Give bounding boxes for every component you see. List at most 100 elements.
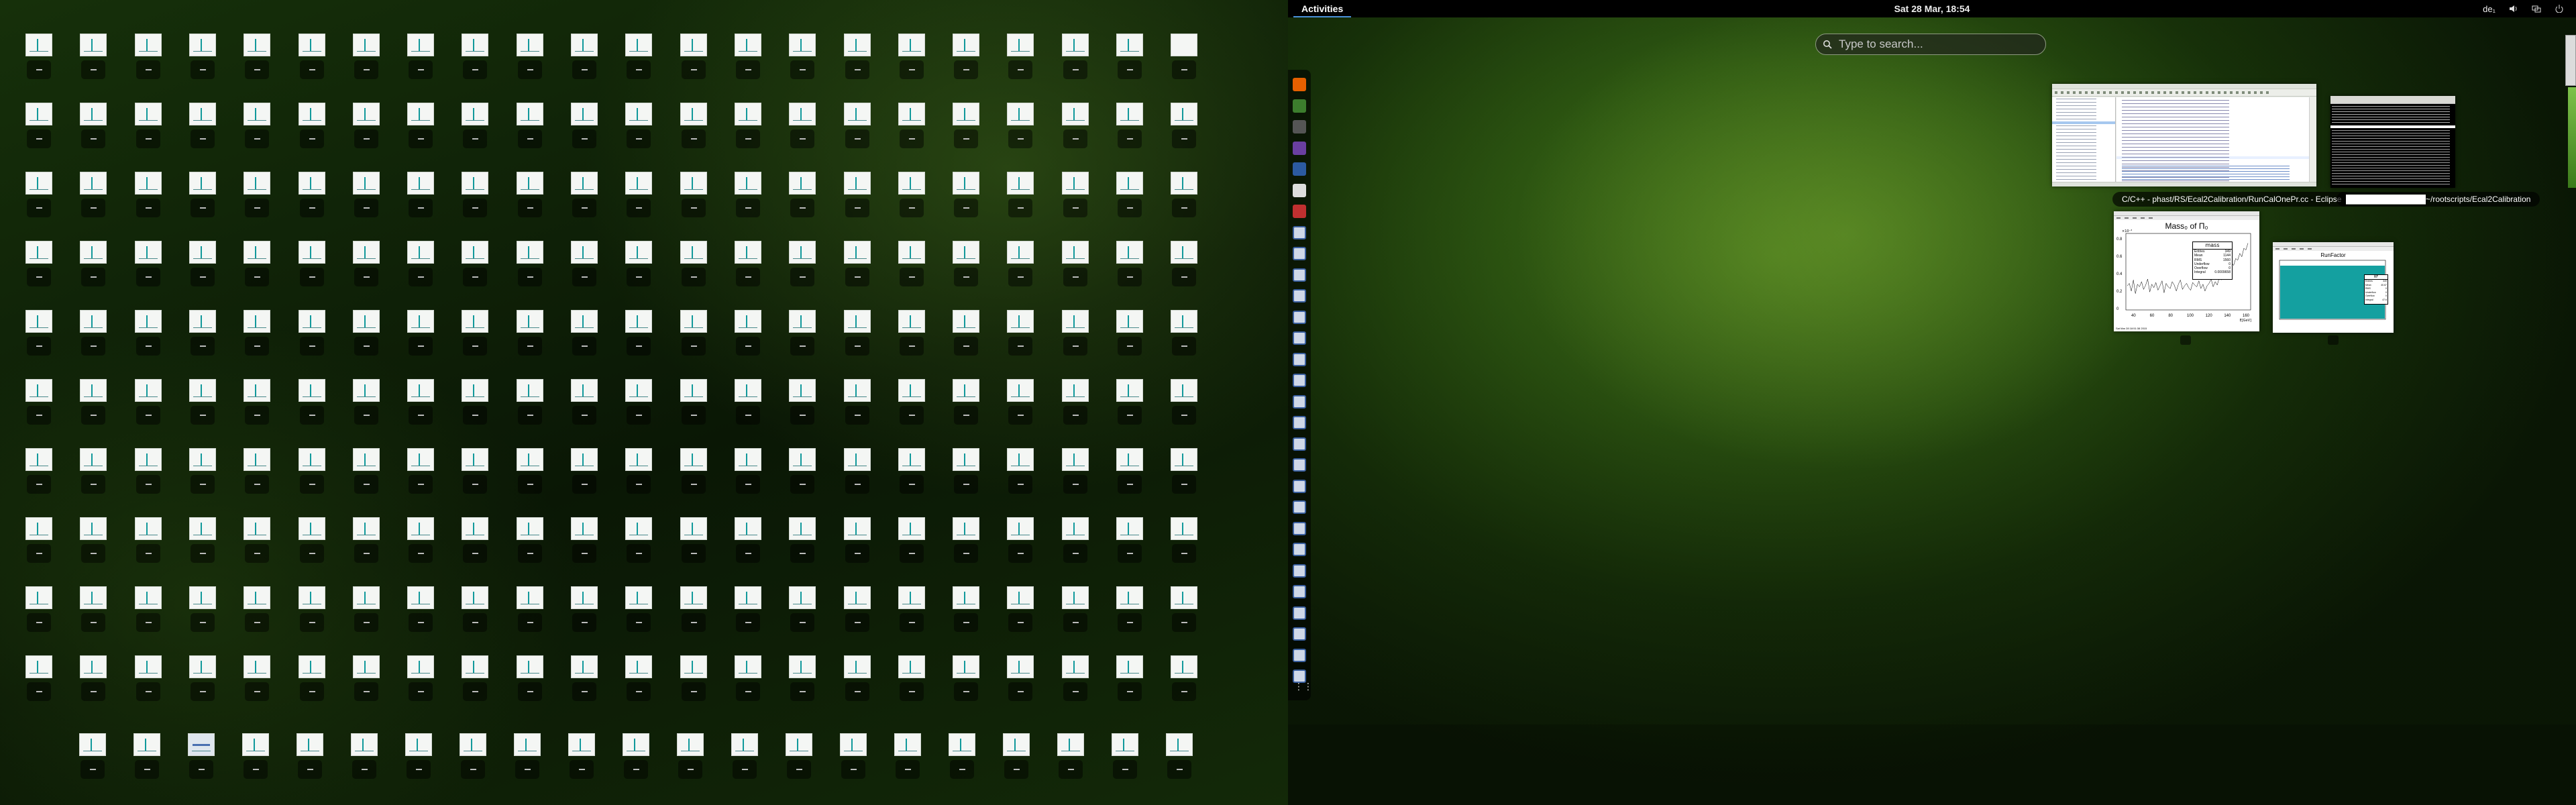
window-thumbnail[interactable] (843, 241, 871, 264)
window-thumbnail[interactable] (189, 379, 216, 402)
eclipse-window-caption[interactable]: C/C++ - phast/RS/Ecal2Calibration/RunCal… (2112, 192, 2351, 207)
window-thumbnail[interactable] (953, 103, 980, 125)
show-applications-button[interactable]: ⋮⋮ (1294, 682, 1313, 692)
window-thumbnail[interactable] (134, 172, 162, 195)
window-thumbnail[interactable] (568, 733, 595, 756)
window-thumbnail[interactable] (407, 172, 435, 195)
window-thumbnail[interactable] (1061, 310, 1089, 333)
window-thumbnail[interactable] (189, 586, 216, 609)
app-icon[interactable] (1293, 458, 1306, 472)
code-editor[interactable] (2116, 97, 2310, 182)
window-thumbnail[interactable] (79, 733, 106, 756)
window-thumbnail[interactable] (949, 733, 975, 756)
window-thumbnail[interactable] (623, 733, 649, 756)
window-thumbnail[interactable] (789, 34, 816, 56)
window-thumbnail[interactable] (1061, 172, 1089, 195)
window-thumbnail[interactable] (734, 103, 761, 125)
window-thumbnail[interactable] (25, 172, 52, 195)
window-thumbnail[interactable] (789, 655, 816, 678)
window-thumbnail[interactable] (25, 241, 52, 264)
app-icon[interactable] (1293, 289, 1306, 303)
window-thumbnail[interactable] (407, 448, 435, 471)
window-thumbnail[interactable] (516, 586, 543, 609)
search-box[interactable] (1815, 34, 2046, 55)
window-thumbnail[interactable] (80, 586, 107, 609)
terminal-icon[interactable] (1293, 99, 1306, 113)
window-thumbnail[interactable] (189, 310, 216, 333)
window-thumbnail[interactable] (462, 379, 489, 402)
window-thumbnail[interactable] (516, 34, 543, 56)
window-thumbnail[interactable] (405, 733, 432, 756)
window-thumbnail[interactable] (244, 172, 271, 195)
window-thumbnail[interactable] (953, 586, 980, 609)
app-icon[interactable] (1293, 585, 1306, 598)
window-thumbnail[interactable] (625, 655, 653, 678)
window-thumbnail[interactable] (680, 310, 707, 333)
window-thumbnail[interactable] (189, 517, 216, 540)
window-thumbnail[interactable] (407, 34, 435, 56)
app-icon[interactable] (1293, 310, 1306, 324)
canvas-titlebar[interactable] (2273, 242, 2394, 247)
window-thumbnail[interactable] (244, 379, 271, 402)
window-thumbnail[interactable] (352, 448, 380, 471)
window-thumbnail[interactable] (462, 241, 489, 264)
window-thumbnail[interactable] (407, 103, 435, 125)
window-thumbnail[interactable] (244, 517, 271, 540)
window-thumbnail[interactable] (1007, 241, 1034, 264)
window-thumbnail[interactable] (571, 241, 598, 264)
window-thumbnail[interactable] (843, 103, 871, 125)
window-thumbnail[interactable] (789, 586, 816, 609)
terminal-window-caption[interactable]: ██████████████~/rootscripts/Ecal2Calibra… (2337, 192, 2540, 207)
window-thumbnail[interactable] (298, 241, 325, 264)
window-thumbnail[interactable] (134, 517, 162, 540)
window-thumbnail[interactable] (460, 733, 486, 756)
window-thumbnail[interactable] (1166, 733, 1193, 756)
window-thumbnail[interactable] (134, 379, 162, 402)
window-thumbnail[interactable] (25, 103, 52, 125)
window-thumbnail[interactable] (734, 655, 761, 678)
window-thumbnail[interactable] (1171, 586, 1198, 609)
window-thumbnail[interactable] (352, 586, 380, 609)
window-thumbnail[interactable] (1116, 310, 1143, 333)
app-icon[interactable] (1293, 648, 1306, 662)
window-thumbnail[interactable] (134, 34, 162, 56)
window-thumbnail[interactable] (1171, 172, 1198, 195)
window-thumbnail[interactable] (514, 733, 541, 756)
window-thumbnail[interactable] (625, 448, 653, 471)
window-thumbnail[interactable] (571, 586, 598, 609)
app-icon[interactable] (1293, 500, 1306, 514)
window-thumbnail[interactable] (625, 34, 653, 56)
window-thumbnail[interactable] (244, 310, 271, 333)
window-thumbnail[interactable] (1116, 517, 1143, 540)
root-runfactor-canvas-window[interactable]: RunFactor RF Entries 349 Mean 40.67 RMS 0 Unde… (2273, 242, 2394, 333)
app-icon[interactable] (1293, 479, 1306, 493)
window-thumbnail[interactable] (1061, 379, 1089, 402)
window-thumbnail[interactable] (298, 379, 325, 402)
window-thumbnail[interactable] (898, 103, 925, 125)
window-thumbnail[interactable] (1061, 103, 1089, 125)
window-thumbnail[interactable] (680, 517, 707, 540)
window-thumbnail[interactable] (1007, 517, 1034, 540)
firefox-icon[interactable] (1293, 78, 1306, 91)
window-thumbnail[interactable] (734, 448, 761, 471)
window-thumbnail[interactable] (134, 586, 162, 609)
app-icon[interactable] (1293, 627, 1306, 641)
project-explorer[interactable] (2052, 97, 2116, 182)
window-thumbnail[interactable] (898, 517, 925, 540)
window-thumbnail[interactable] (25, 448, 52, 471)
window-thumbnail[interactable] (1061, 517, 1089, 540)
window-thumbnail[interactable] (731, 733, 758, 756)
window-thumbnail[interactable] (898, 172, 925, 195)
window-thumbnail[interactable] (953, 34, 980, 56)
window-thumbnail[interactable] (133, 733, 160, 756)
window-thumbnail[interactable] (680, 586, 707, 609)
app-icon[interactable] (1293, 416, 1306, 429)
window-thumbnail[interactable] (1061, 586, 1089, 609)
window-thumbnail[interactable] (352, 34, 380, 56)
window-thumbnail[interactable] (462, 586, 489, 609)
window-thumbnail[interactable] (680, 448, 707, 471)
window-thumbnail[interactable] (1061, 655, 1089, 678)
canvas-area[interactable]: RunFactor RF Entries 349 Mean 40.67 RMS 0 Unde… (2273, 251, 2394, 333)
window-thumbnail[interactable] (352, 379, 380, 402)
window-thumbnail[interactable] (680, 103, 707, 125)
